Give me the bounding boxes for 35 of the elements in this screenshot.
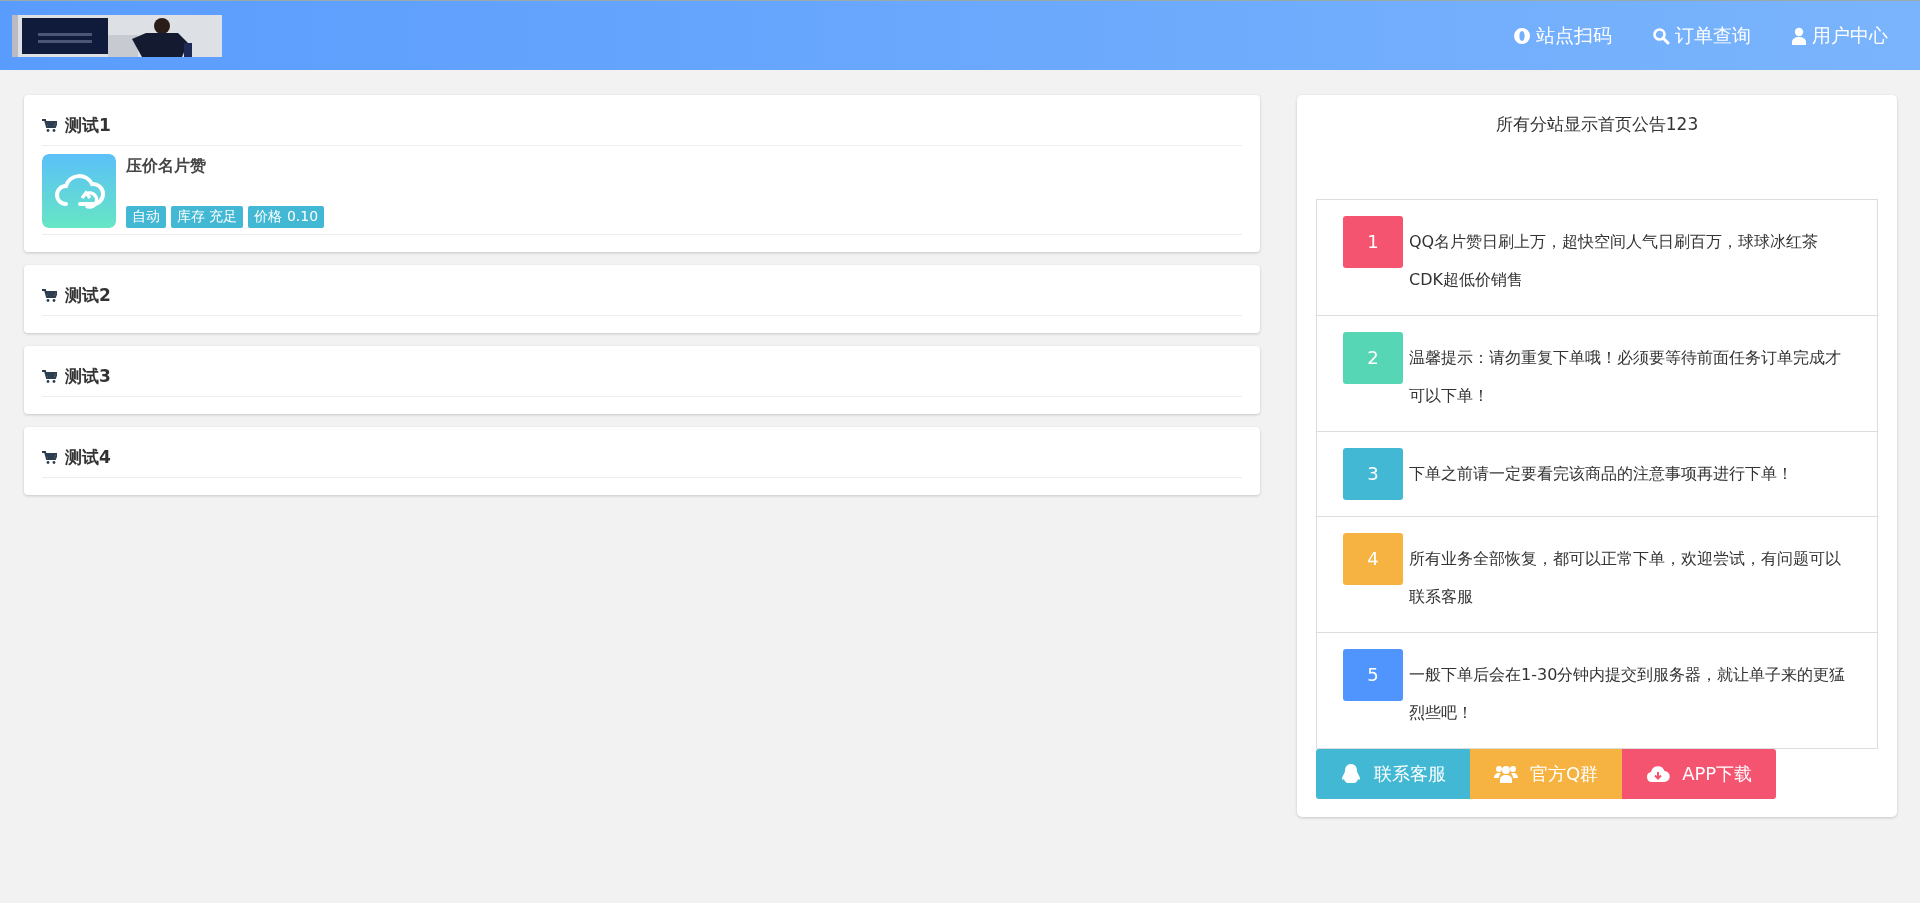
user-icon [1791, 26, 1807, 45]
category-title: 测试2 [65, 283, 111, 307]
search-icon [1652, 26, 1670, 45]
users-icon [1494, 764, 1518, 784]
cloud-icon [42, 154, 116, 228]
tag: 库存 充足 [171, 206, 244, 228]
category-title: 测试4 [65, 445, 111, 469]
number-badge: 4 [1343, 533, 1403, 585]
cart-icon [42, 118, 57, 132]
number-badge: 1 [1343, 216, 1403, 268]
cart-icon [42, 450, 57, 464]
notice-title: 所有分站显示首页公告123 [1494, 113, 1700, 136]
action-button[interactable]: 联系客服 [1316, 749, 1470, 799]
category-title: 测试1 [65, 113, 111, 137]
number-badge: 5 [1343, 649, 1403, 701]
notice-text: 下单之前请一定要看完该商品的注意事项再进行下单！ [1409, 463, 1794, 485]
category-title: 测试3 [65, 364, 111, 388]
tag: 自动 [126, 206, 166, 228]
nav-link[interactable]: 订单查询 [1632, 22, 1771, 49]
notice-text: QQ名片赞日刷上万，超快空间人气日刷百万，球球冰红茶CDK超低价销售 [1409, 231, 1820, 291]
action-button[interactable]: APP下载 [1622, 749, 1777, 799]
number-badge: 3 [1343, 448, 1403, 500]
notice-text: 温馨提示：请勿重复下单哦！必须要等待前面任务订单完成才可以下单！ [1409, 347, 1842, 407]
nav-link[interactable]: 站点扫码 [1493, 22, 1632, 49]
notice-text: 所有业务全部恢复，都可以正常下单，欢迎尝试，有问题可以联系客服 [1409, 548, 1842, 608]
cart-icon [42, 369, 57, 383]
number-badge: 2 [1343, 332, 1403, 384]
action-button[interactable]: 官方Q群 [1470, 749, 1623, 799]
product-name[interactable]: 压价名片赞 [126, 156, 325, 177]
penguin-icon [1340, 763, 1362, 785]
notice-text: 一般下单后会在1-30分钟内提交到服务器，就让单子来的更猛烈些吧！ [1409, 664, 1847, 724]
cart-icon [42, 288, 57, 302]
cloud-download-icon [1646, 765, 1671, 783]
tag: 价格 0.10 [248, 206, 325, 228]
nav-link[interactable]: 用户中心 [1771, 22, 1908, 49]
